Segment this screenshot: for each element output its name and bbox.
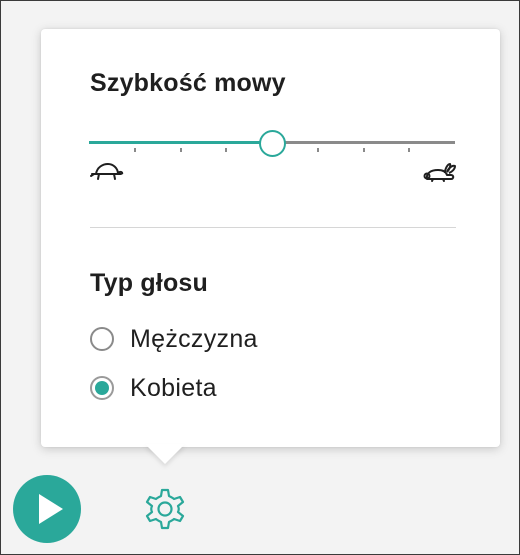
radio-option-female[interactable]: Kobieta	[90, 372, 217, 404]
radio-button-male[interactable]	[90, 327, 114, 351]
voice-settings-popup: Szybkość mowy Typ głosu Mężczyzna Kobiet…	[41, 29, 500, 447]
popup-pointer	[145, 444, 185, 464]
slider-fill	[89, 141, 272, 144]
radio-option-male[interactable]: Mężczyzna	[90, 323, 258, 355]
radio-label-male: Mężczyzna	[130, 324, 258, 353]
play-button[interactable]	[13, 475, 81, 543]
radio-button-female[interactable]	[90, 376, 114, 400]
play-icon	[39, 494, 63, 524]
slider-tick	[408, 148, 411, 152]
slider-tick	[362, 148, 365, 152]
slider-tick	[133, 148, 136, 152]
voice-type-title: Typ głosu	[90, 269, 208, 297]
rabbit-icon	[423, 163, 456, 182]
slider-tick	[316, 148, 319, 152]
section-divider	[90, 227, 456, 228]
speech-speed-title: Szybkość mowy	[90, 69, 286, 97]
slider-tick	[179, 148, 182, 152]
gear-icon[interactable]	[142, 486, 188, 532]
slider-thumb[interactable]	[259, 130, 286, 157]
radio-label-female: Kobieta	[130, 373, 217, 402]
slider-tick	[225, 148, 228, 152]
turtle-icon	[90, 163, 124, 180]
radio-selected-dot	[95, 381, 109, 395]
speech-speed-slider[interactable]	[89, 129, 455, 159]
